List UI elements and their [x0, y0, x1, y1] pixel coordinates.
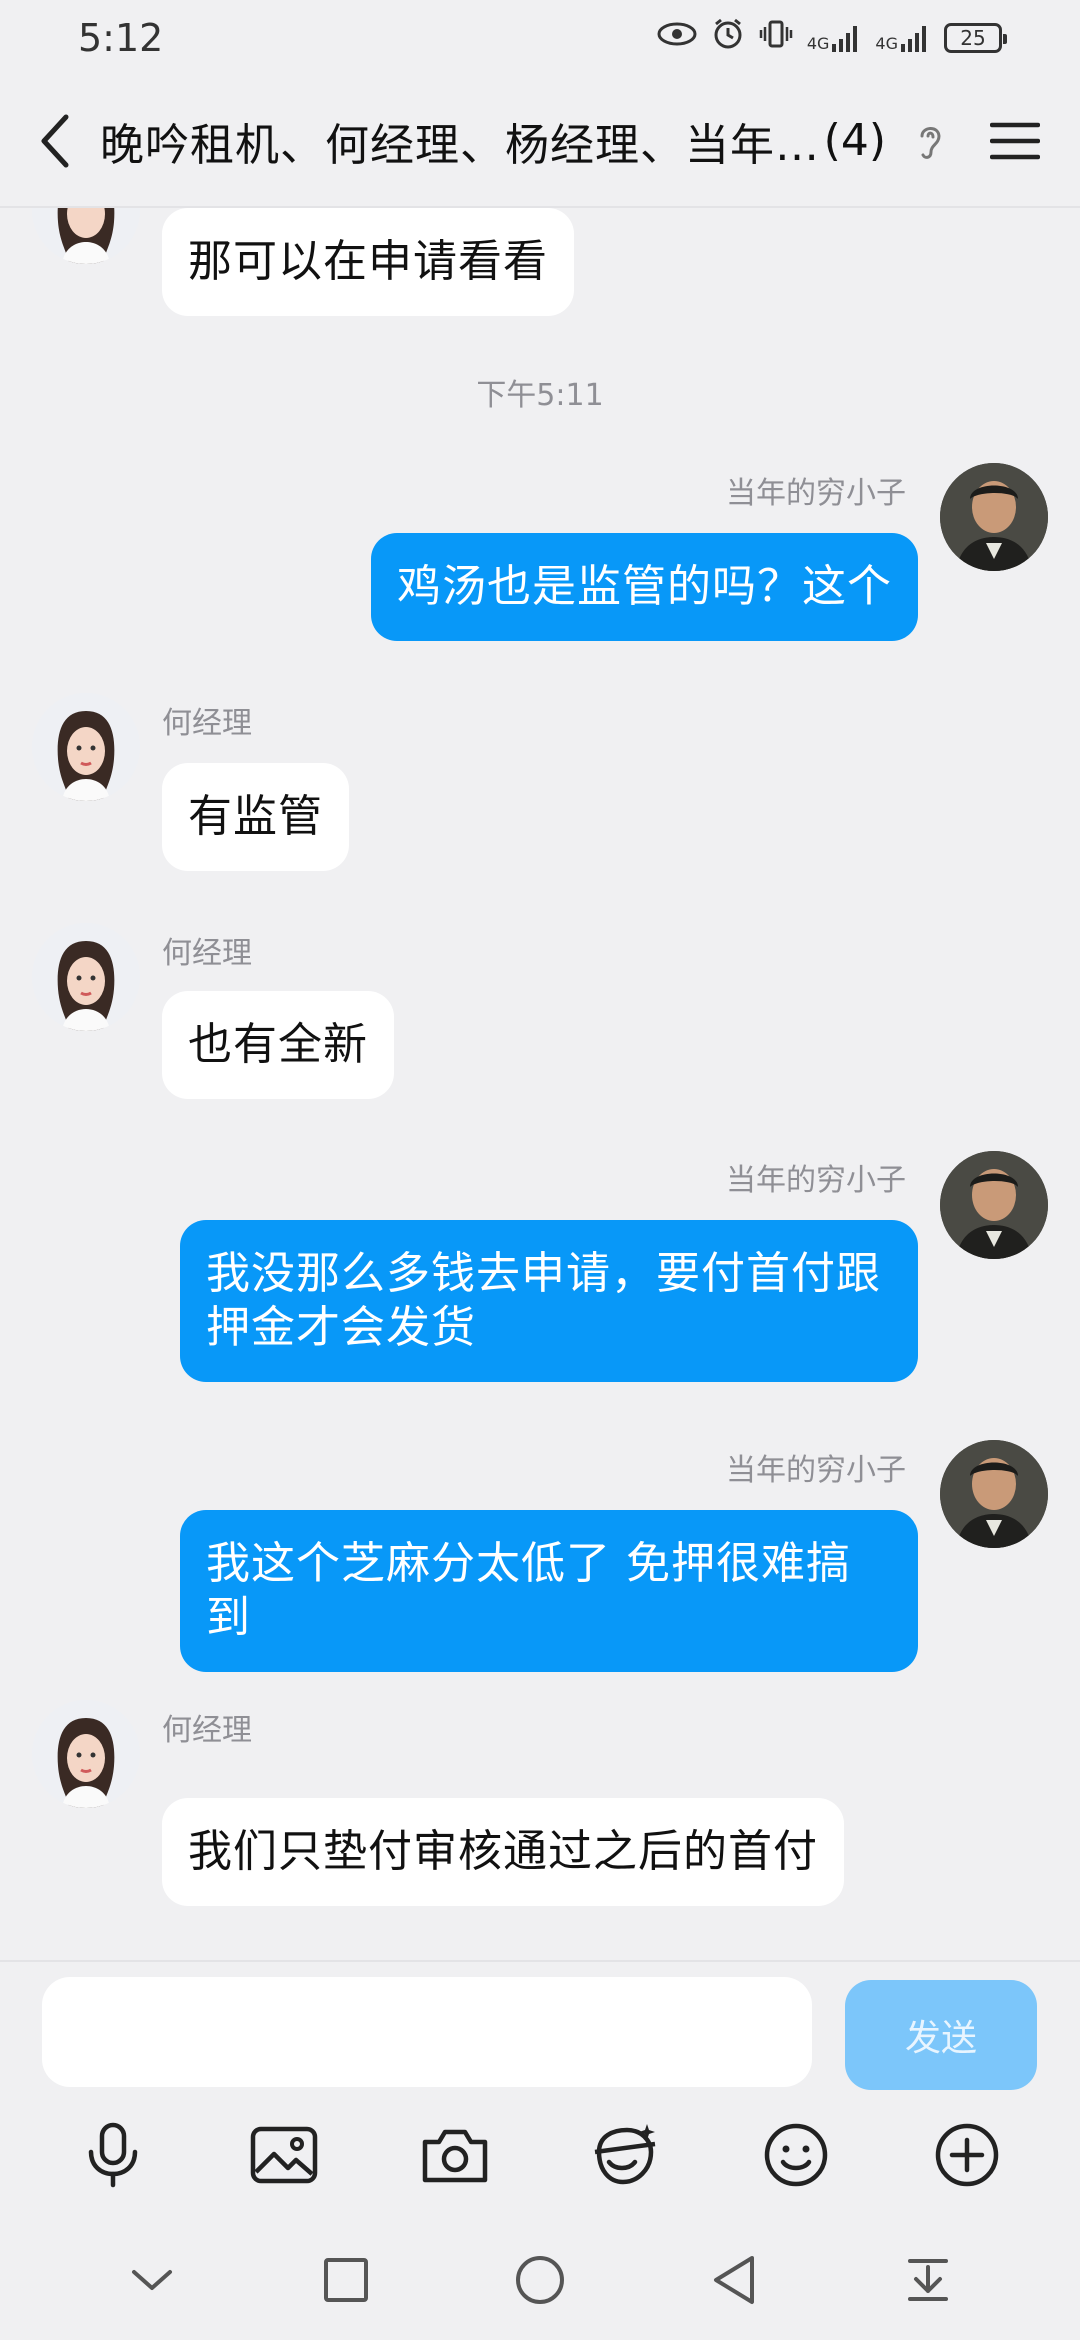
- menu-icon[interactable]: [980, 106, 1050, 176]
- back-triangle-icon[interactable]: [694, 2240, 774, 2320]
- status-bar: 5:12 4G 4G 25: [0, 0, 1080, 75]
- status-icons: 4G 4G 25: [657, 17, 1007, 59]
- composer-toolbar: [0, 2090, 1080, 2220]
- message-bubble[interactable]: 我们只垫付审核通过之后的首付: [162, 1798, 844, 1906]
- message-bubble[interactable]: 也有全新: [162, 991, 394, 1099]
- avatar[interactable]: [32, 923, 140, 1031]
- sender-name: 当年的穷小子: [726, 1163, 906, 1198]
- battery-level: 25: [960, 25, 986, 50]
- recent-apps-icon[interactable]: [306, 2240, 386, 2320]
- home-icon[interactable]: [500, 2240, 580, 2320]
- status-time: 5:12: [78, 15, 164, 60]
- avatar[interactable]: [32, 1700, 140, 1808]
- avatar[interactable]: [32, 693, 140, 801]
- chat-header: 晚吟租机、何经理、杨经理、当年… (4): [0, 75, 1080, 208]
- message-bubble[interactable]: 我没那么多钱去申请，要付首付跟 押金才会发货: [180, 1220, 918, 1382]
- system-nav-bar: [0, 2220, 1080, 2340]
- send-button[interactable]: 发送: [845, 1980, 1037, 2090]
- camera-icon[interactable]: [410, 2110, 500, 2200]
- plus-icon[interactable]: [922, 2110, 1012, 2200]
- message-bubble[interactable]: 鸡汤也是监管的吗？这个: [371, 533, 918, 641]
- sticker-icon[interactable]: [580, 2110, 670, 2200]
- message-bubble[interactable]: 我这个芝麻分太低了 免押很难搞 到: [180, 1510, 918, 1672]
- avatar[interactable]: [940, 463, 1048, 571]
- member-count: (4): [823, 115, 886, 166]
- alarm-icon: [711, 17, 745, 59]
- avatar[interactable]: [32, 208, 140, 264]
- back-arrow-icon[interactable]: [30, 106, 80, 176]
- eye-icon: [657, 20, 697, 55]
- image-icon[interactable]: [239, 2110, 329, 2200]
- earpiece-mode-icon[interactable]: [900, 106, 960, 176]
- message-text-line-2: 押金才会发货: [206, 1302, 476, 1353]
- message-text-line-1: 我这个芝麻分太低了 免押很难搞: [206, 1538, 851, 1589]
- message-text: 鸡汤也是监管的吗？这个: [397, 561, 892, 612]
- signal-icon-2: 4G: [875, 24, 930, 52]
- message-bubble[interactable]: 那可以在申请看看: [162, 208, 574, 316]
- sender-name: 何经理: [162, 1713, 252, 1748]
- message-text: 我们只垫付审核通过之后的首付: [188, 1826, 818, 1877]
- vibrate-icon: [759, 17, 793, 59]
- message-input[interactable]: [42, 1977, 812, 2087]
- sender-name: 何经理: [162, 936, 252, 971]
- sender-name: 何经理: [162, 706, 252, 741]
- message-text: 那可以在申请看看: [188, 236, 548, 287]
- mic-icon[interactable]: [68, 2110, 158, 2200]
- message-text: 也有全新: [188, 1019, 368, 1070]
- emoji-icon[interactable]: [751, 2110, 841, 2200]
- message-text: 有监管: [188, 791, 323, 842]
- message-text-line-1: 我没那么多钱去申请，要付首付跟: [206, 1248, 881, 1299]
- chevron-down-icon[interactable]: [112, 2240, 192, 2320]
- group-title[interactable]: 晚吟租机、何经理、杨经理、当年…: [100, 109, 818, 173]
- message-text-line-2: 到: [206, 1592, 251, 1643]
- composer: 发送: [0, 1960, 1080, 2090]
- sender-name: 当年的穷小子: [726, 1453, 906, 1488]
- signal-icon-1: 4G: [807, 24, 862, 52]
- message-bubble[interactable]: 有监管: [162, 763, 349, 871]
- notification-shade-icon[interactable]: [888, 2240, 968, 2320]
- avatar[interactable]: [940, 1151, 1048, 1259]
- message-list[interactable]: 那可以在申请看看 下午5:11 当年的穷小子 鸡汤也是监管的吗？这个 何经理 有…: [0, 208, 1080, 1960]
- sender-name: 当年的穷小子: [726, 476, 906, 511]
- battery-icon: 25: [944, 22, 1007, 53]
- avatar[interactable]: [940, 1440, 1048, 1548]
- time-separator: 下午5:11: [476, 378, 604, 413]
